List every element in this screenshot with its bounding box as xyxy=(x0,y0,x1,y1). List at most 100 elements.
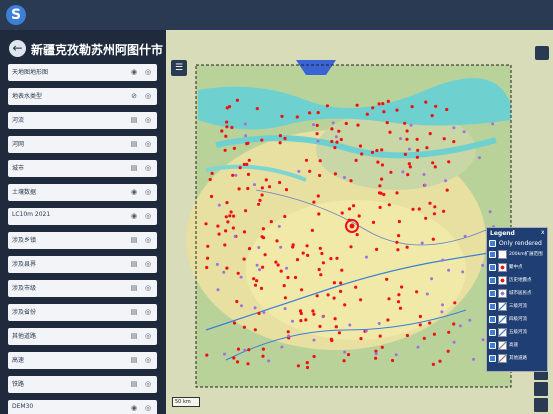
earthquake-point[interactable] xyxy=(247,348,251,352)
earthquake-point[interactable] xyxy=(318,324,322,328)
legend-item[interactable]: 聚中点 xyxy=(489,263,547,273)
earthquake-point[interactable] xyxy=(445,107,449,112)
earthquake-point[interactable] xyxy=(425,146,429,150)
eye-icon[interactable]: ◉ xyxy=(130,212,138,220)
earthquake-point[interactable] xyxy=(224,215,228,219)
earthquake-point[interactable] xyxy=(312,354,316,359)
checkbox[interactable] xyxy=(489,251,496,258)
earthquake-point[interactable] xyxy=(242,257,246,261)
earthquake-point[interactable] xyxy=(262,236,266,240)
earthquake-point[interactable] xyxy=(396,248,400,252)
earthquake-point[interactable] xyxy=(387,203,391,207)
earthquake-point[interactable] xyxy=(405,129,409,133)
earthquake-point[interactable] xyxy=(433,165,437,169)
earthquake-point[interactable] xyxy=(306,253,310,257)
earthquake-point[interactable] xyxy=(445,188,449,192)
earthquake-point[interactable] xyxy=(407,162,411,166)
settlement-point[interactable] xyxy=(481,263,485,267)
settlement-point[interactable] xyxy=(491,122,495,126)
earthquake-point[interactable] xyxy=(320,251,324,256)
earthquake-point[interactable] xyxy=(312,200,316,204)
earthquake-point[interactable] xyxy=(352,204,356,208)
locate-icon[interactable]: ◎ xyxy=(144,308,152,316)
settlement-point[interactable] xyxy=(297,169,301,173)
settlement-point[interactable] xyxy=(222,270,226,274)
earthquake-point[interactable] xyxy=(354,158,358,162)
settlement-point[interactable] xyxy=(343,176,346,179)
earthquake-point[interactable] xyxy=(225,125,229,129)
earthquake-point[interactable] xyxy=(376,160,380,164)
earthquake-point[interactable] xyxy=(332,296,336,300)
earthquake-point[interactable] xyxy=(315,123,319,127)
earthquake-point[interactable] xyxy=(382,110,386,114)
table-icon[interactable]: ▤ xyxy=(130,116,138,124)
earthquake-point[interactable] xyxy=(224,229,228,233)
earthquake-point[interactable] xyxy=(295,115,299,119)
settlement-point[interactable] xyxy=(374,352,378,356)
settlement-point[interactable] xyxy=(257,246,261,249)
legend-close-button[interactable]: x xyxy=(541,229,545,236)
table-icon[interactable]: ▤ xyxy=(130,260,138,268)
earthquake-point[interactable] xyxy=(217,232,221,236)
settlement-point[interactable] xyxy=(468,318,472,322)
settlement-point[interactable] xyxy=(420,241,424,245)
earthquake-point[interactable] xyxy=(337,129,341,133)
earthquake-point[interactable] xyxy=(430,114,434,118)
earthquake-point[interactable] xyxy=(274,260,278,264)
earthquake-point[interactable] xyxy=(385,277,389,281)
settlement-point[interactable] xyxy=(377,322,381,325)
earthquake-point[interactable] xyxy=(263,253,267,257)
settlement-point[interactable] xyxy=(343,350,347,354)
earthquake-point[interactable] xyxy=(315,294,319,298)
earthquake-point[interactable] xyxy=(339,281,343,285)
settlement-point[interactable] xyxy=(447,268,451,272)
settlement-point[interactable] xyxy=(243,348,247,352)
earthquake-point[interactable] xyxy=(278,180,282,185)
settlement-point[interactable] xyxy=(364,329,368,333)
earthquake-point[interactable] xyxy=(225,120,229,124)
earthquake-point[interactable] xyxy=(208,177,212,182)
earthquake-point[interactable] xyxy=(304,318,308,322)
layer-row[interactable]: 地表水类型 ⊘ ◎ xyxy=(8,88,157,105)
earthquake-point[interactable] xyxy=(223,148,227,152)
earthquake-point[interactable] xyxy=(371,220,376,224)
legend-item[interactable]: 三级河流 xyxy=(489,302,547,312)
earthquake-point[interactable] xyxy=(260,186,264,190)
settlement-point[interactable] xyxy=(394,353,398,357)
earthquake-point[interactable] xyxy=(228,214,232,218)
locate-icon[interactable]: ◎ xyxy=(144,212,152,220)
legend-item[interactable]: 200km扩展范围 xyxy=(489,250,547,260)
settlement-point[interactable] xyxy=(215,262,219,266)
earthquake-point[interactable] xyxy=(300,288,304,292)
settlement-point[interactable] xyxy=(463,234,467,238)
earthquake-point[interactable] xyxy=(377,191,382,195)
settlement-point[interactable] xyxy=(458,324,462,328)
earthquake-point[interactable] xyxy=(453,301,457,305)
earthquake-point[interactable] xyxy=(258,198,262,202)
earthquake-point[interactable] xyxy=(283,214,287,219)
settlement-point[interactable] xyxy=(364,255,368,259)
earthquake-point[interactable] xyxy=(318,173,322,178)
earthquake-point[interactable] xyxy=(318,246,322,250)
earthquake-point[interactable] xyxy=(418,323,422,327)
earthquake-point[interactable] xyxy=(329,257,333,261)
settlement-point[interactable] xyxy=(291,319,294,323)
earthquake-point[interactable] xyxy=(257,311,261,315)
earthquake-point[interactable] xyxy=(293,275,298,280)
earthquake-point[interactable] xyxy=(260,193,264,197)
earthquake-point[interactable] xyxy=(359,337,363,341)
earthquake-point[interactable] xyxy=(447,160,451,164)
earthquake-point[interactable] xyxy=(261,227,265,231)
earthquake-point[interactable] xyxy=(431,161,435,165)
settlement-point[interactable] xyxy=(407,147,411,151)
earthquake-point[interactable] xyxy=(442,137,446,141)
earthquake-point[interactable] xyxy=(210,171,214,175)
earthquake-point[interactable] xyxy=(397,219,401,224)
eye-icon[interactable]: ◉ xyxy=(130,68,138,76)
earthquake-point[interactable] xyxy=(316,111,320,115)
earthquake-point[interactable] xyxy=(319,273,323,277)
table-icon[interactable]: ▤ xyxy=(130,308,138,316)
settlement-point[interactable] xyxy=(217,203,221,207)
settlement-point[interactable] xyxy=(255,263,259,267)
earthquake-point[interactable] xyxy=(374,349,378,353)
